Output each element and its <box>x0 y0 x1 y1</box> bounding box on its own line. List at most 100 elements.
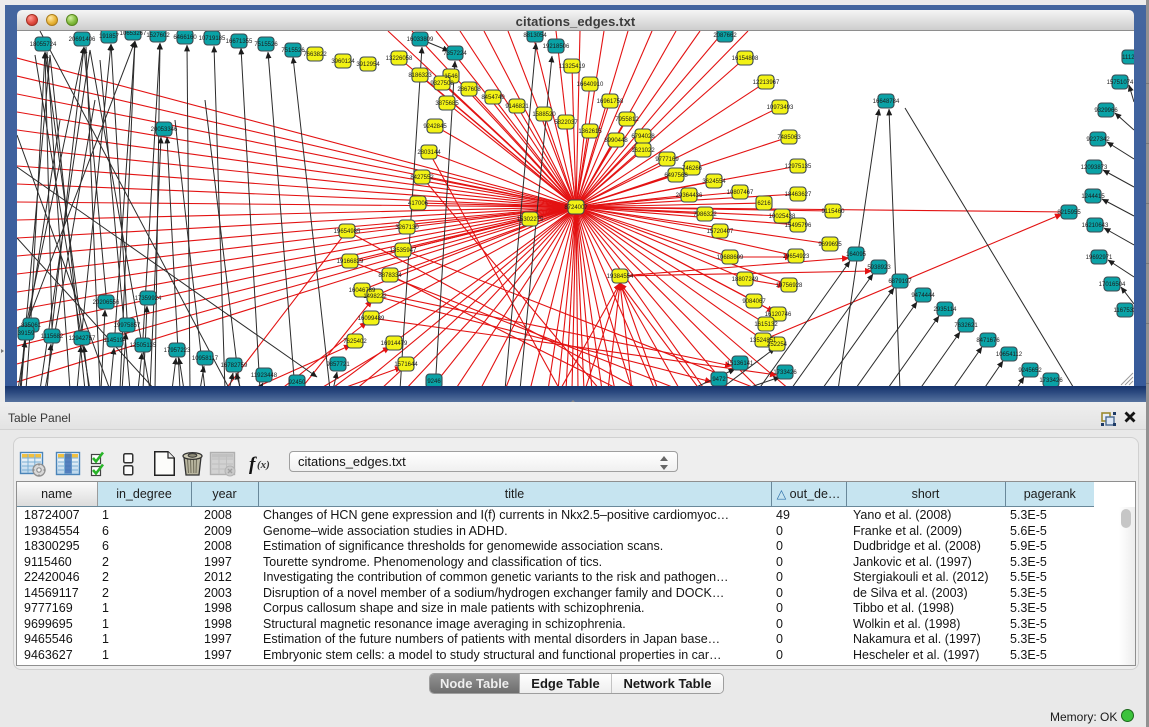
svg-text:12213967: 12213967 <box>753 80 780 86</box>
svg-text:9115460: 9115460 <box>822 209 846 215</box>
svg-text:7515526: 7515526 <box>254 42 278 48</box>
svg-text:9329966: 9329966 <box>1094 108 1118 114</box>
svg-text:10958117: 10958117 <box>192 356 219 362</box>
svg-text:1145194: 1145194 <box>104 338 128 344</box>
svg-text:10688609: 10688609 <box>717 255 744 261</box>
svg-text:8215955: 8215955 <box>1057 210 1081 216</box>
svg-text:6216: 6216 <box>757 201 771 207</box>
svg-text:746266: 746266 <box>682 166 703 172</box>
svg-text:10719185: 10719185 <box>199 36 226 42</box>
svg-text:17957223: 17957223 <box>164 348 191 354</box>
svg-text:2867608: 2867608 <box>457 87 481 93</box>
svg-text:7986322: 7986322 <box>693 212 717 218</box>
svg-text:6794028: 6794028 <box>631 134 655 140</box>
svg-text:9242845: 9242845 <box>423 124 447 130</box>
svg-text:15302275: 15302275 <box>517 217 544 223</box>
svg-text:1362615: 1362615 <box>578 129 602 135</box>
svg-text:1615132: 1615132 <box>754 322 778 328</box>
svg-text:9327508: 9327508 <box>430 81 454 87</box>
svg-text:16648784: 16648784 <box>873 99 900 105</box>
svg-text:16033809: 16033809 <box>407 37 434 43</box>
svg-text:(x): (x) <box>257 459 270 471</box>
svg-text:9472: 9472 <box>712 377 726 383</box>
svg-text:2087662: 2087662 <box>713 33 737 39</box>
svg-text:5822037: 5822037 <box>554 120 578 126</box>
svg-text:8724007: 8724007 <box>564 205 588 211</box>
svg-text:1527602: 1527602 <box>146 33 170 39</box>
svg-text:20364436: 20364436 <box>676 193 703 199</box>
svg-text:19654923: 19654923 <box>783 254 810 260</box>
svg-text:3912954: 3912954 <box>356 62 380 68</box>
svg-text:9146821: 9146821 <box>505 104 529 110</box>
svg-text:16914479: 16914479 <box>381 341 408 347</box>
svg-text:9474444: 9474444 <box>911 293 935 299</box>
svg-text:164095: 164095 <box>846 252 867 258</box>
svg-text:12093873: 12093873 <box>1081 165 1108 171</box>
svg-text:13226058: 13226058 <box>386 56 413 62</box>
svg-text:1733426: 1733426 <box>773 370 797 376</box>
svg-text:10654112: 10654112 <box>996 352 1023 358</box>
svg-text:8878334: 8878334 <box>378 273 402 279</box>
svg-text:8427552: 8427552 <box>410 175 434 181</box>
svg-text:9245652: 9245652 <box>1018 368 1042 374</box>
svg-text:12975135: 12975135 <box>785 164 812 170</box>
svg-text:1733426: 1733426 <box>1039 378 1063 384</box>
svg-text:12942757: 12942757 <box>69 336 96 342</box>
svg-text:20206556: 20206556 <box>93 300 120 306</box>
svg-text:1167533: 1167533 <box>1114 308 1134 314</box>
svg-text:8186323: 8186323 <box>408 73 432 79</box>
svg-text:19384554: 19384554 <box>607 274 634 280</box>
svg-text:19218506: 19218506 <box>543 44 570 50</box>
svg-text:15720407: 15720407 <box>707 229 734 235</box>
svg-text:15495796: 15495796 <box>785 223 812 229</box>
svg-text:17359924: 17359924 <box>135 296 162 302</box>
svg-text:92450: 92450 <box>289 380 306 386</box>
svg-text:2803144: 2803144 <box>417 150 441 156</box>
svg-text:2935114: 2935114 <box>934 307 958 313</box>
svg-text:16640910: 16640910 <box>577 82 604 88</box>
svg-text:15751074: 15751074 <box>1107 80 1134 86</box>
svg-text:3267130: 3267130 <box>395 225 419 231</box>
svg-text:13535947: 13535947 <box>390 248 417 254</box>
svg-text:16671355: 16671355 <box>226 39 253 45</box>
svg-text:11325419: 11325419 <box>559 64 586 70</box>
svg-text:19975857: 19975857 <box>114 323 141 329</box>
svg-text:9857721: 9857721 <box>326 362 350 368</box>
svg-text:835061: 835061 <box>21 323 42 329</box>
svg-text:18463627: 18463627 <box>785 192 812 198</box>
svg-text:7515526: 7515526 <box>281 48 305 54</box>
svg-text:18807249: 18807249 <box>732 277 759 283</box>
svg-text:7632621: 7632621 <box>954 323 978 329</box>
svg-text:6879197: 6879197 <box>888 279 912 285</box>
svg-text:19166829: 19166829 <box>337 259 364 265</box>
svg-text:9084067: 9084067 <box>742 299 766 305</box>
svg-text:17016504: 17016504 <box>1099 282 1126 288</box>
svg-text:9227342: 9227342 <box>1086 137 1110 143</box>
svg-text:6497568: 6497568 <box>664 173 688 179</box>
svg-text:8813054: 8813054 <box>523 33 547 39</box>
svg-text:18055724: 18055724 <box>30 42 57 48</box>
svg-text:16154808: 16154808 <box>732 56 759 62</box>
svg-text:8454749: 8454749 <box>481 95 505 101</box>
svg-text:1546: 1546 <box>444 74 458 80</box>
svg-text:1588520: 1588520 <box>532 112 556 118</box>
svg-text:16782759: 16782759 <box>221 363 248 369</box>
svg-text:20691406: 20691406 <box>69 37 96 43</box>
svg-text:16210643: 16210643 <box>1082 223 1109 229</box>
svg-text:1498222: 1498222 <box>363 294 387 300</box>
svg-text:12505135: 12505135 <box>130 343 157 349</box>
svg-text:3875685: 3875685 <box>435 101 459 107</box>
svg-text:3624554: 3624554 <box>702 179 726 185</box>
svg-text:19654985: 19654985 <box>334 229 361 235</box>
svg-text:10973493: 10973493 <box>767 105 794 111</box>
svg-text:252254: 252254 <box>767 342 788 348</box>
svg-text:7625402: 7625402 <box>343 339 367 345</box>
svg-text:11123: 11123 <box>1122 55 1134 61</box>
svg-text:19692971: 19692971 <box>1086 255 1113 261</box>
svg-text:7357224: 7357224 <box>443 51 467 57</box>
svg-text:191857: 191857 <box>99 34 120 40</box>
svg-text:1621022: 1621022 <box>631 148 655 154</box>
svg-text:7485063: 7485063 <box>777 135 801 141</box>
svg-text:16099489: 16099489 <box>358 316 385 322</box>
svg-text:15136141: 15136141 <box>727 361 754 367</box>
